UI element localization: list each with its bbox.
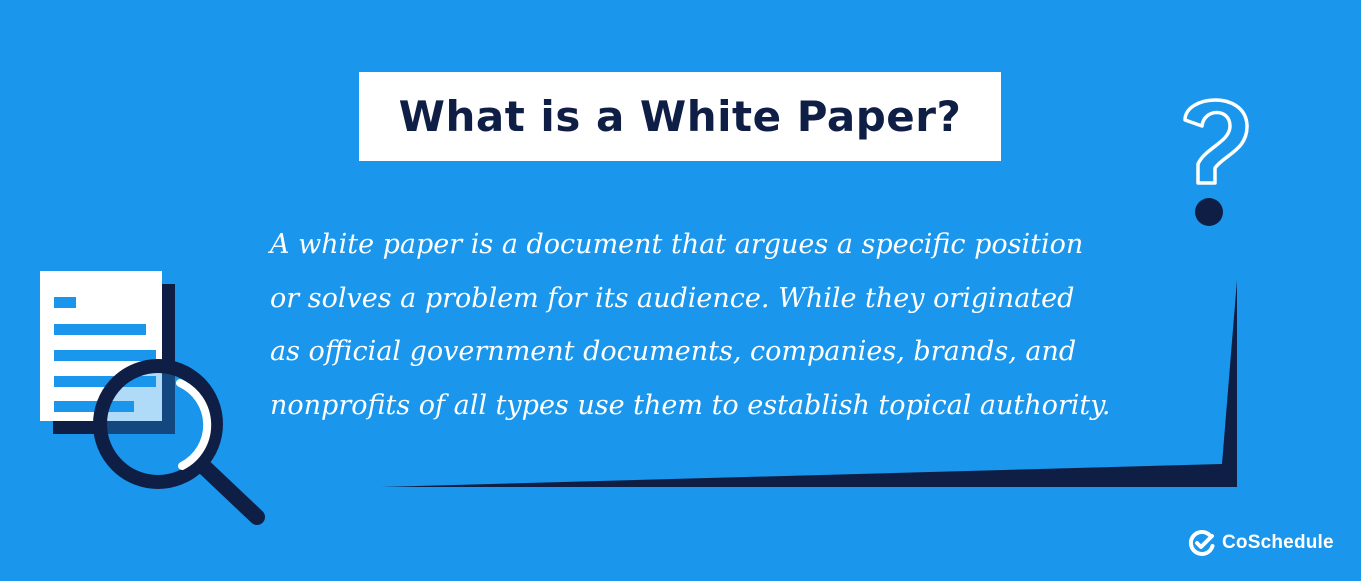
infographic-canvas: What is a White Paper? A white paper is … [0, 0, 1361, 581]
brand-logo: CoSchedule [1188, 527, 1334, 559]
brand-name: CoSchedule [1222, 532, 1334, 553]
title-box: What is a White Paper? [359, 72, 1001, 161]
definition-paragraph: A white paper is a document that argues … [270, 218, 1200, 432]
definition-line-2: or solves a problem for its audience. Wh… [270, 282, 1075, 314]
definition-line-3: as official government documents, compan… [270, 336, 1077, 367]
page-title: What is a White Paper? [398, 92, 962, 141]
definition-line-4: nonprofits of all types use them to esta… [270, 389, 1111, 421]
definition-line-1: A white paper is a document that argues … [270, 229, 1084, 260]
question-mark-icon [1183, 98, 1249, 226]
magnifying-glass-icon [93, 359, 265, 525]
coschedule-check-icon [1188, 530, 1215, 556]
